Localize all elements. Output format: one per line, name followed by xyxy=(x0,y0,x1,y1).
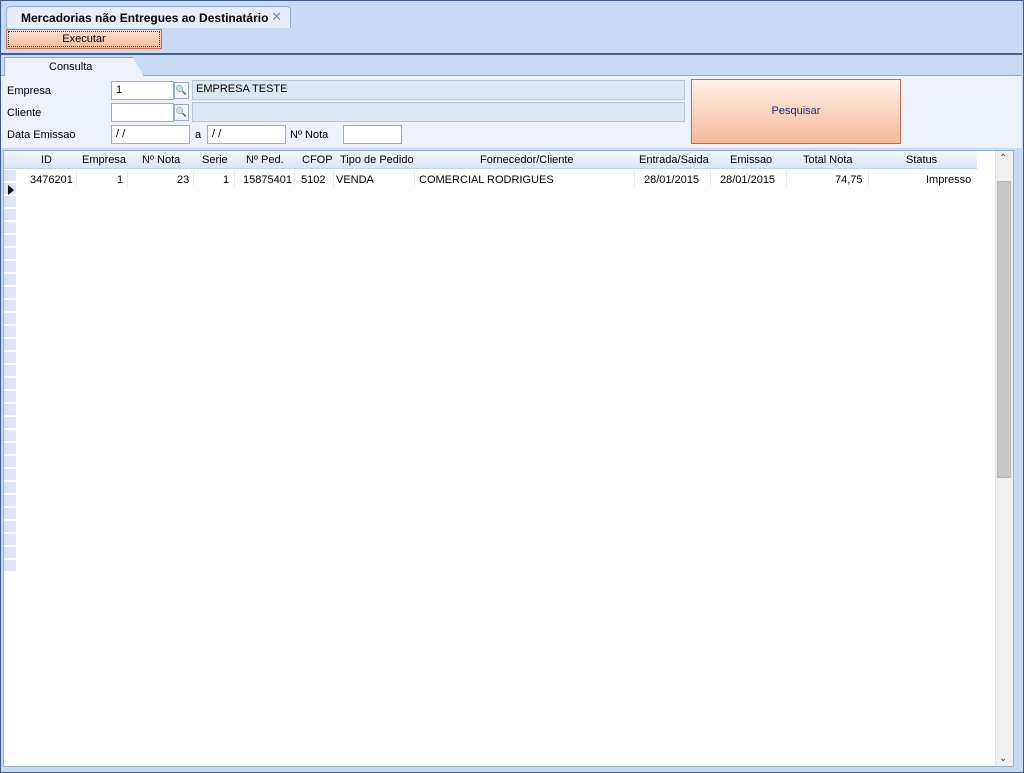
nota-field[interactable] xyxy=(343,125,402,144)
cliente-lookup-icon[interactable]: 🔍 xyxy=(174,104,189,121)
close-icon[interactable]: ✕ xyxy=(271,9,282,25)
cliente-name-field xyxy=(192,102,685,122)
cell-tipo-pedido: VENDA xyxy=(336,174,374,186)
empresa-lookup-icon[interactable]: 🔍 xyxy=(174,82,189,99)
vertical-scrollbar[interactable]: ⌃ ⌄ xyxy=(995,151,1013,766)
tab-consulta-label: Consulta xyxy=(49,61,93,73)
document-tab-title: Mercadorias não Entregues ao Destinatári… xyxy=(21,11,269,25)
cell-serie: 1 xyxy=(223,174,230,186)
data-emissao-label: Data Emissao xyxy=(7,129,76,141)
chevron-up-icon[interactable]: ⌃ xyxy=(999,153,1007,164)
cell-fornecedor-cliente: COMERCIAL RODRIGUES xyxy=(419,174,554,186)
cell-cfop: 5102 xyxy=(301,174,326,186)
cell-emissao: 28/01/2015 xyxy=(720,174,776,186)
empresa-name-field: EMPRESA TESTE xyxy=(192,80,685,100)
column-header[interactable]: Empresa xyxy=(82,154,126,166)
cell-id: 3476201 xyxy=(30,174,73,186)
execute-button[interactable]: Executar xyxy=(6,29,162,49)
column-header[interactable]: Fornecedor/Cliente xyxy=(480,154,574,166)
column-header[interactable]: Entrada/Saida xyxy=(639,154,709,166)
date-from-field[interactable]: / / xyxy=(111,125,190,144)
column-header[interactable]: Total Nota xyxy=(803,154,853,166)
query-form: Empresa 1 🔍 EMPRESA TESTE Cliente 🔍 Data… xyxy=(1,76,1022,148)
cell-entrada-saida: 28/01/2015 xyxy=(644,174,700,186)
nota-label: Nº Nota xyxy=(290,129,329,141)
results-grid: ID Empresa Nº Nota Serie Nº Ped. CFOP Ti… xyxy=(3,150,1014,767)
column-header[interactable]: Nº Nota xyxy=(142,154,180,166)
empresa-label: Empresa xyxy=(7,85,52,97)
document-tab[interactable]: Mercadorias não Entregues ao Destinatári… xyxy=(6,6,291,28)
cell-status: Impresso xyxy=(926,174,972,186)
chevron-down-icon[interactable]: ⌄ xyxy=(999,753,1007,764)
column-header[interactable]: Nº Ped. xyxy=(246,154,284,166)
cliente-label: Cliente xyxy=(7,107,42,119)
cliente-field[interactable] xyxy=(111,103,174,122)
column-header[interactable]: Status xyxy=(906,154,937,166)
empresa-field[interactable]: 1 xyxy=(111,81,174,100)
cell-pedido: 15875401 xyxy=(243,174,292,186)
column-header[interactable]: ID xyxy=(41,154,52,166)
row-pointer-icon xyxy=(8,185,14,195)
search-button[interactable]: Pesquisar xyxy=(691,79,901,144)
column-header[interactable]: Serie xyxy=(202,154,228,166)
column-header[interactable]: CFOP xyxy=(302,154,333,166)
subtab-strip xyxy=(1,55,1022,76)
column-header[interactable]: Tipo de Pedido xyxy=(340,154,414,166)
date-range-separator: a xyxy=(195,129,202,141)
column-header[interactable]: Emissao xyxy=(730,154,772,166)
tab-consulta[interactable]: Consulta xyxy=(4,57,144,76)
grid-header: ID Empresa Nº Nota Serie Nº Ped. CFOP Ti… xyxy=(4,151,977,169)
cell-total-nota: 74,75 xyxy=(835,174,863,186)
cell-empresa: 1 xyxy=(117,174,124,186)
date-to-field[interactable]: / / xyxy=(207,125,286,144)
scrollbar-thumb[interactable] xyxy=(997,181,1011,478)
cell-nota: 23 xyxy=(177,174,190,186)
